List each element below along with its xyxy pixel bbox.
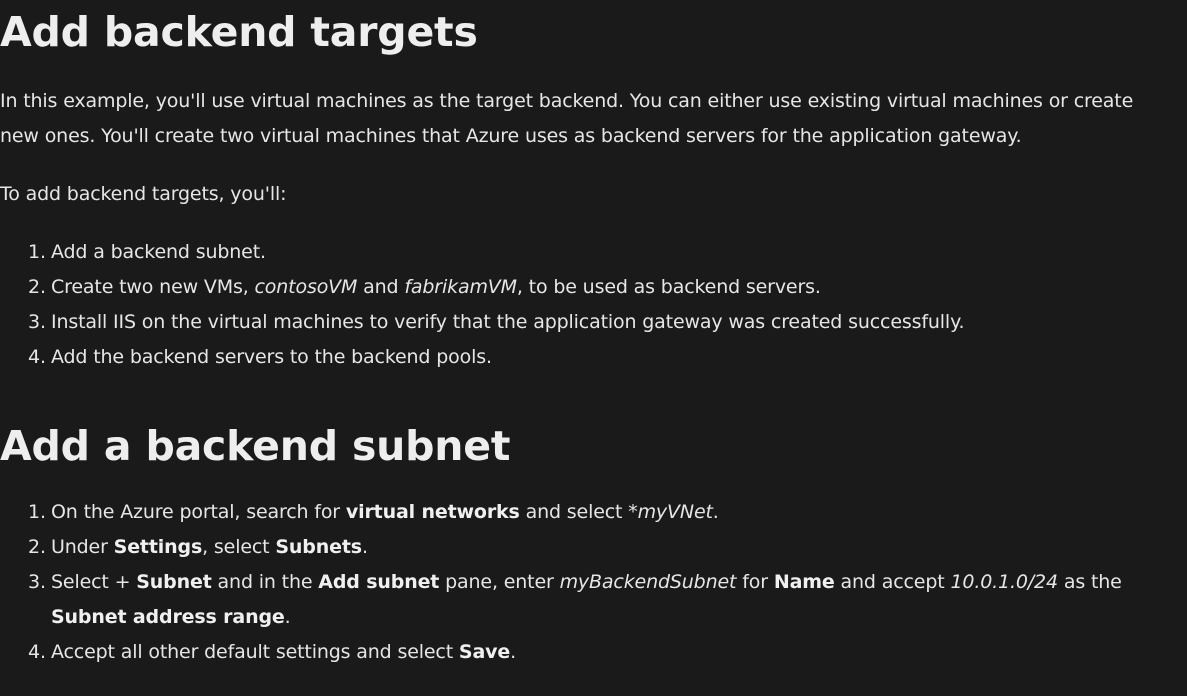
backend-subnet-steps: 1. On the Azure portal, search for virtu… (0, 495, 1187, 670)
step-text: Select + (51, 571, 137, 593)
italic-term: myBackendSubnet (559, 571, 737, 593)
step-text: Accept all other default settings and se… (51, 641, 459, 663)
step-text: Create two new VMs, (51, 276, 255, 298)
list-item: 2. Create two new VMs, contosoVM and fab… (0, 270, 1187, 305)
bold-term: Subnets (275, 536, 362, 558)
step-text: , to be used as backend servers. (516, 276, 821, 298)
bold-term: Subnet address range (51, 606, 285, 628)
intro-paragraph: In this example, you'll use virtual mach… (0, 84, 1187, 154)
article: Add backend targets In this example, you… (0, 0, 1187, 696)
bold-term: Subnet (136, 571, 212, 593)
step-text: . (712, 501, 719, 523)
list-item: 3. Install IIS on the virtual machines t… (0, 305, 1187, 340)
step-text: . (284, 606, 291, 628)
italic-term: 10.0.1.0/24 (950, 571, 1058, 593)
step-text: . (510, 641, 516, 663)
italic-term: myVNet (637, 501, 713, 523)
step-text: Under (51, 536, 114, 558)
list-number: 1. (28, 501, 46, 523)
step-text: and (357, 276, 405, 298)
list-number: 2. (28, 536, 46, 558)
step-text: . (361, 536, 368, 558)
step-text: Install IIS on the virtual machines to v… (51, 311, 965, 333)
step-text: , select (202, 536, 276, 558)
list-number: 3. (28, 311, 46, 333)
heading-add-backend-subnet: Add a backend subnet (0, 422, 511, 470)
step-line-2: Subnet address range. (51, 600, 1187, 635)
intro-line-2: new ones. You'll create two virtual mach… (0, 125, 1022, 147)
vm-name-fabrikam: fabrikamVM (404, 276, 517, 298)
bold-term: Add subnet (318, 571, 440, 593)
list-number: 3. (28, 571, 46, 593)
intro-line-1: In this example, you'll use virtual mach… (0, 90, 1134, 112)
list-item: 3. Select + Subnet and in the Add subnet… (0, 565, 1187, 635)
step-text: for (736, 571, 774, 593)
list-item: 4. Accept all other default settings and… (0, 635, 1187, 670)
list-item: 4. Add the backend servers to the backen… (0, 340, 1187, 375)
step-text: and select * (519, 501, 638, 523)
list-item: 1. On the Azure portal, search for virtu… (0, 495, 1187, 530)
step-line-1: Select + Subnet and in the Add subnet pa… (51, 565, 1187, 600)
backend-targets-steps: 1. Add a backend subnet. 2. Create two n… (0, 235, 1187, 375)
step-text: and in the (211, 571, 319, 593)
list-number: 4. (28, 641, 46, 663)
step-text: and accept (834, 571, 951, 593)
list-number: 4. (28, 346, 46, 368)
list-item: 2. Under Settings, select Subnets. (0, 530, 1187, 565)
step-text: pane, enter (439, 571, 560, 593)
heading-add-backend-targets: Add backend targets (0, 8, 478, 56)
lead-in-paragraph: To add backend targets, you'll: (0, 183, 287, 205)
vm-name-contoso: contosoVM (254, 276, 358, 298)
list-number: 2. (28, 276, 46, 298)
step-text: On the Azure portal, search for (51, 501, 346, 523)
step-text: Add a backend subnet. (51, 241, 266, 263)
step-text: as the (1057, 571, 1122, 593)
list-item: 1. Add a backend subnet. (0, 235, 1187, 270)
step-text: Add the backend servers to the backend p… (51, 346, 492, 368)
bold-term: Settings (113, 536, 203, 558)
bold-term: virtual networks (345, 501, 520, 523)
bold-term: Save (458, 641, 511, 663)
bold-term: Name (773, 571, 835, 593)
list-number: 1. (28, 241, 46, 263)
